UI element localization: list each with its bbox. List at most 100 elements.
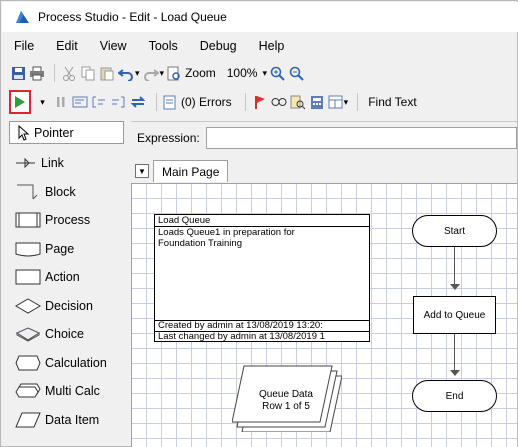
zoom-out-button[interactable] — [289, 62, 305, 84]
toolbar-separator — [244, 93, 246, 111]
tab-main-page[interactable]: Main Page — [153, 160, 229, 182]
copy-button[interactable] — [80, 62, 96, 84]
print-icon — [30, 66, 44, 80]
errors-button[interactable]: (0) Errors — [163, 91, 236, 113]
tool-action[interactable]: Action — [9, 263, 124, 292]
tool-process[interactable]: Process — [9, 206, 124, 235]
tool-multi-calc[interactable]: Multi Calc — [9, 377, 124, 406]
cut-button[interactable] — [61, 62, 77, 84]
errors-label: (0) Errors — [181, 95, 232, 109]
action-icon — [15, 269, 41, 285]
step-button[interactable] — [72, 91, 88, 113]
menu-tools[interactable]: Tools — [149, 39, 178, 53]
data-collection-stage[interactable]: Queue Data Row 1 of 5 — [232, 362, 342, 432]
tool-data-item[interactable]: Data Item — [9, 406, 124, 435]
tool-block[interactable]: Block — [9, 178, 124, 207]
process-info-note[interactable]: Load Queue Loads Queue1 in preparation f… — [154, 214, 370, 342]
tool-decision[interactable]: Decision — [9, 292, 124, 321]
page-list-dropdown[interactable]: ▼ — [135, 164, 149, 178]
menu-view[interactable]: View — [100, 39, 127, 53]
process-canvas[interactable]: Load Queue Loads Queue1 in preparation f… — [131, 183, 517, 447]
expression-label: Expression: — [137, 130, 200, 145]
tool-label: Block — [45, 184, 76, 199]
toolbar-separator — [156, 93, 157, 111]
tool-label: Pointer — [34, 125, 74, 140]
link-arrowhead — [450, 370, 460, 376]
menu-file[interactable]: File — [14, 39, 34, 53]
app-logo-icon — [16, 11, 29, 23]
print-button[interactable] — [29, 62, 45, 84]
menu-help[interactable]: Help — [259, 39, 285, 53]
grid-layout-icon — [328, 95, 343, 109]
pointer-icon — [18, 124, 30, 141]
menu-bar: File Edit View Tools Debug Help — [2, 34, 518, 58]
step-out-button[interactable] — [110, 91, 126, 113]
paste-button[interactable] — [99, 62, 115, 84]
tool-label: Calculation — [45, 355, 107, 370]
run-options-dropdown[interactable]: ▾ — [34, 91, 50, 113]
decision-icon — [15, 298, 41, 314]
tool-palette: Pointer Link Block Process Page Action D… — [9, 121, 124, 447]
dependencies-button[interactable] — [290, 91, 306, 113]
zoom-value: 100% — [226, 66, 258, 80]
breakpoint-button[interactable] — [252, 91, 268, 113]
tool-label: Choice — [45, 327, 84, 342]
menu-debug[interactable]: Debug — [200, 39, 237, 53]
calculator-button[interactable] — [309, 91, 325, 113]
tool-label: Data Item — [45, 412, 100, 427]
chevron-down-icon: ▾ — [159, 67, 165, 78]
tool-page[interactable]: Page — [9, 235, 124, 264]
find-text-button[interactable]: Find Text — [364, 91, 420, 113]
tool-label: Link — [41, 156, 64, 171]
link-arrowhead — [450, 284, 460, 290]
chevron-down-icon: ▾ — [40, 96, 45, 107]
expression-input[interactable] — [205, 126, 517, 149]
zoom-select[interactable]: 100% ▾ — [223, 62, 267, 84]
multi-calc-icon — [15, 383, 41, 398]
pause-button[interactable] — [53, 91, 69, 113]
page-tab-bar: ▼ Main Page — [131, 160, 229, 182]
tool-pointer[interactable]: Pointer — [9, 121, 124, 144]
toolbar-separator — [357, 93, 359, 111]
step-out-icon — [112, 96, 125, 108]
step-over-button[interactable] — [91, 91, 107, 113]
expression-bar: Expression: — [131, 121, 517, 153]
chevron-down-icon: ▾ — [343, 96, 349, 107]
action-stage[interactable]: Add to Queue — [413, 296, 496, 334]
chevron-down-icon: ▼ — [138, 166, 146, 176]
validate-icon — [163, 95, 176, 109]
chevron-down-icon: ▾ — [262, 67, 267, 78]
step-over-icon — [92, 96, 105, 108]
link-line — [454, 247, 455, 289]
save-button[interactable] — [10, 62, 26, 84]
data-collection-label: Queue Data Row 1 of 5 — [246, 389, 326, 413]
data-collection-name: Queue Data — [259, 389, 313, 400]
reset-button[interactable] — [129, 91, 147, 113]
pause-icon — [57, 97, 65, 107]
tool-choice[interactable]: Choice — [9, 320, 124, 349]
note-created: Created by admin at 13/08/2019 13:20: — [158, 321, 323, 331]
debug-toolbar: ▾ (0) Errors ▾ Find Text — [2, 89, 518, 115]
layout-button[interactable]: ▾ — [328, 91, 349, 113]
note-footer: Created by admin at 13/08/2019 13:20: La… — [155, 320, 369, 341]
end-stage[interactable]: End — [412, 380, 497, 412]
tool-link[interactable]: Link — [9, 149, 124, 178]
data-collection-rows: Row 1 of 5 — [262, 401, 310, 412]
tool-label: Process — [45, 213, 91, 228]
tool-calculation[interactable]: Calculation — [9, 349, 124, 378]
undo-button[interactable]: ▾ — [118, 62, 140, 84]
zoom-button[interactable]: Zoom — [167, 62, 220, 84]
copy-icon — [81, 66, 95, 80]
title-bar: Process Studio - Edit - Load Queue — [2, 2, 518, 32]
process-icon — [15, 212, 41, 228]
start-stage[interactable]: Start — [412, 215, 497, 247]
note-description: Loads Queue1 in preparation for Foundati… — [158, 227, 295, 249]
zoom-in-button[interactable] — [270, 62, 286, 84]
block-icon — [17, 184, 38, 200]
search-file-icon — [290, 95, 306, 109]
watch-button[interactable] — [271, 91, 287, 113]
zoom-out-icon — [290, 66, 305, 81]
menu-edit[interactable]: Edit — [56, 39, 78, 53]
calculator-icon — [310, 95, 323, 109]
redo-button[interactable]: ▾ — [143, 62, 165, 84]
